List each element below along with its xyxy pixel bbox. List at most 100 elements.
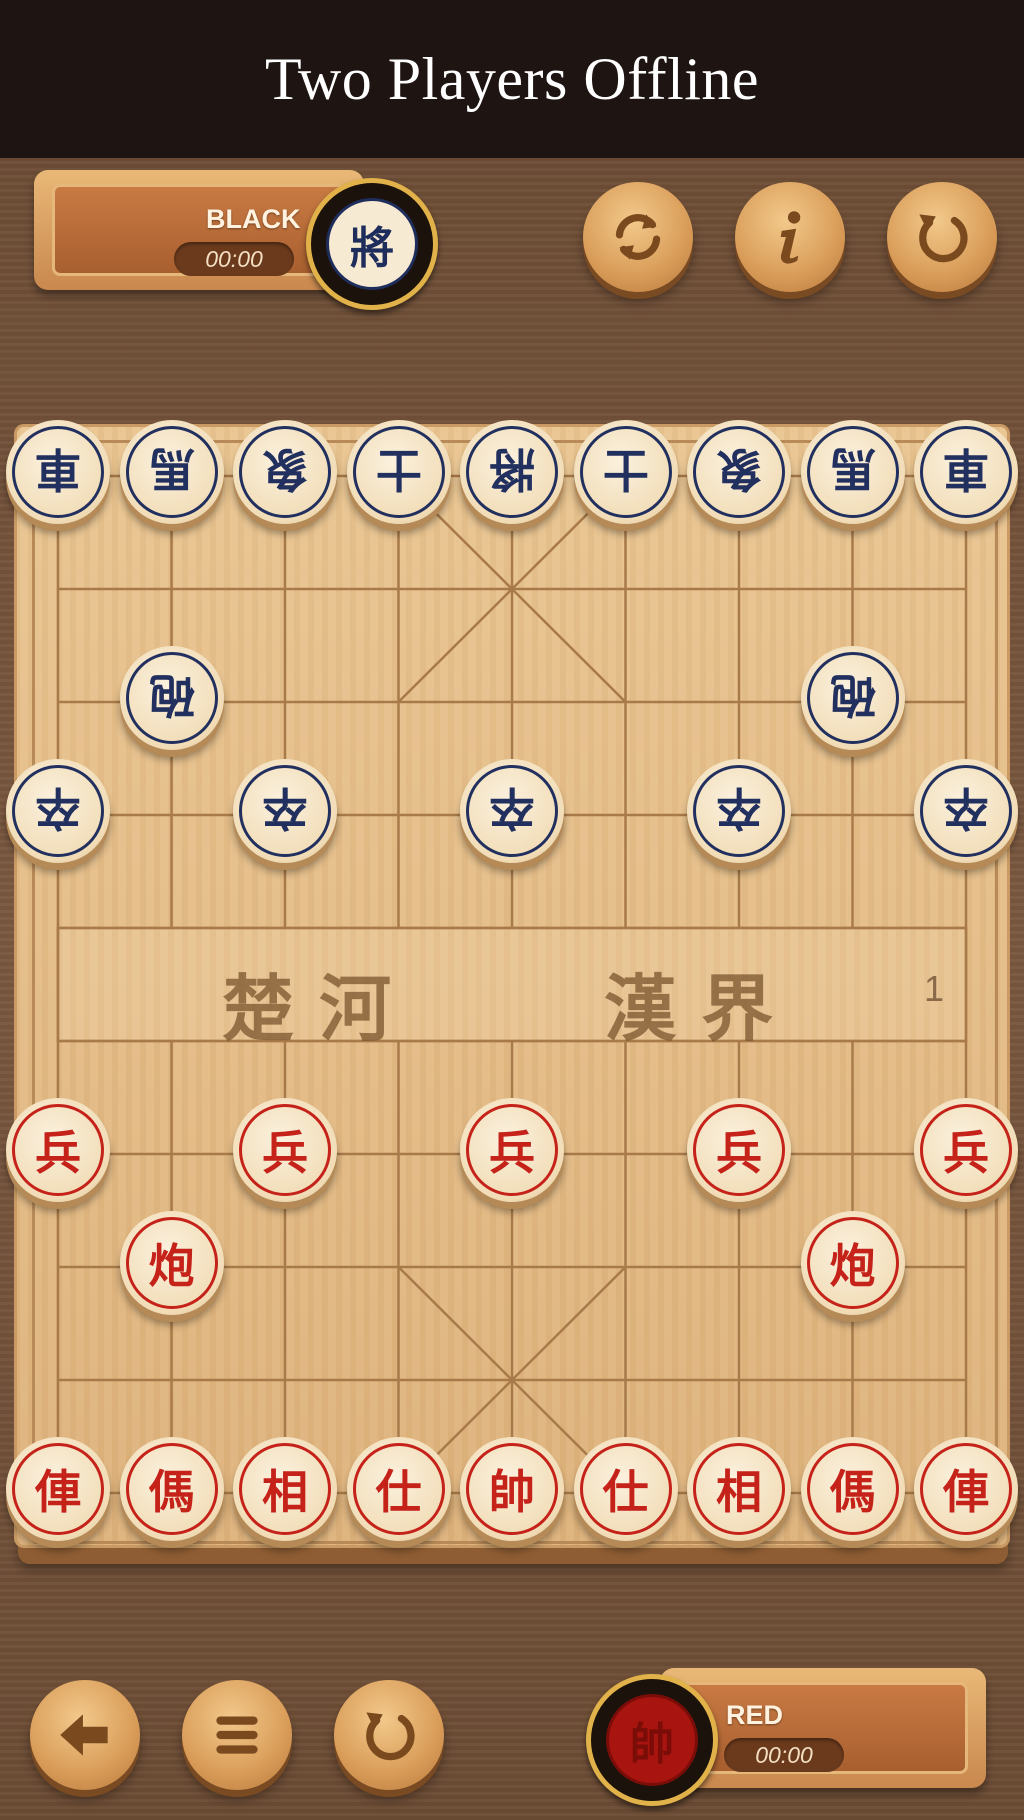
red-piece[interactable]: 仕: [573, 1437, 678, 1541]
red-piece[interactable]: 仕: [346, 1437, 451, 1541]
menu-icon: [216, 1716, 258, 1754]
back-button[interactable]: [30, 1680, 140, 1790]
red-piece-ring: 兵: [920, 1104, 1012, 1196]
back-arrow-icon: [60, 1714, 108, 1756]
black-piece[interactable]: 卒: [914, 759, 1018, 863]
black-piece[interactable]: 卒: [687, 759, 791, 863]
black-piece-ring: 卒: [466, 765, 558, 857]
black-piece-glyph: 砲: [148, 668, 195, 722]
black-piece-ring: 卒: [12, 765, 104, 857]
red-piece-ring: 相: [239, 1443, 331, 1535]
river-label-chu-he: 楚 河: [222, 966, 392, 1051]
black-piece-glyph: 卒: [35, 781, 81, 835]
black-piece-ring: 象: [239, 426, 331, 518]
undo-button[interactable]: [334, 1680, 444, 1790]
black-piece-glyph: 象: [716, 442, 762, 496]
red-piece[interactable]: 炮: [800, 1211, 905, 1315]
red-piece-glyph: 兵: [716, 1126, 762, 1180]
red-piece[interactable]: 炮: [119, 1211, 224, 1315]
black-piece-ring: 將: [466, 426, 558, 518]
black-piece-glyph: 卒: [489, 781, 535, 835]
red-piece[interactable]: 俥: [6, 1437, 110, 1541]
red-piece-glyph: 仕: [375, 1465, 422, 1519]
black-piece[interactable]: 卒: [6, 759, 110, 863]
black-piece[interactable]: 馬: [800, 420, 905, 524]
black-piece-ring: 卒: [693, 765, 785, 857]
black-piece[interactable]: 象: [687, 420, 791, 524]
red-piece-glyph: 俥: [943, 1465, 989, 1519]
black-piece-glyph: 車: [35, 442, 81, 496]
river-label-han-jie: 漢 界: [604, 966, 774, 1051]
black-piece[interactable]: 卒: [233, 759, 337, 863]
red-piece-ring: 兵: [12, 1104, 104, 1196]
red-piece-glyph: 仕: [602, 1465, 649, 1519]
red-piece-glyph: 兵: [489, 1126, 535, 1180]
red-piece-glyph: 兵: [943, 1126, 989, 1180]
red-player-timer: 00:00: [724, 1738, 844, 1772]
red-piece[interactable]: 兵: [914, 1098, 1018, 1202]
black-piece-glyph: 士: [602, 442, 649, 496]
black-piece-glyph: 馬: [829, 442, 876, 496]
black-piece-ring: 卒: [239, 765, 331, 857]
red-piece-ring: 炮: [806, 1217, 899, 1309]
red-piece-ring: 傌: [125, 1443, 218, 1535]
red-piece[interactable]: 兵: [233, 1098, 337, 1202]
black-piece-glyph: 砲: [829, 668, 876, 722]
red-piece[interactable]: 相: [687, 1437, 791, 1541]
red-avatar-glyph: 帥: [606, 1694, 698, 1786]
red-piece[interactable]: 兵: [687, 1098, 791, 1202]
black-piece-ring: 馬: [125, 426, 218, 518]
red-piece-glyph: 兵: [262, 1126, 308, 1180]
red-piece[interactable]: 傌: [119, 1437, 224, 1541]
red-piece-ring: 仕: [352, 1443, 445, 1535]
black-piece-glyph: 將: [489, 442, 535, 496]
black-piece[interactable]: 將: [460, 420, 564, 524]
black-piece[interactable]: 砲: [800, 646, 905, 750]
red-piece-glyph: 相: [716, 1465, 762, 1519]
menu-button[interactable]: [182, 1680, 292, 1790]
black-piece[interactable]: 馬: [119, 420, 224, 524]
red-player-avatar: 帥: [586, 1674, 718, 1806]
red-piece-glyph: 傌: [829, 1465, 876, 1519]
black-piece-glyph: 馬: [148, 442, 195, 496]
red-piece[interactable]: 傌: [800, 1437, 905, 1541]
red-piece-ring: 兵: [693, 1104, 785, 1196]
red-piece[interactable]: 俥: [914, 1437, 1018, 1541]
red-piece-glyph: 相: [262, 1465, 308, 1519]
red-piece-ring: 仕: [579, 1443, 672, 1535]
black-piece-ring: 象: [693, 426, 785, 518]
black-piece[interactable]: 士: [573, 420, 678, 524]
black-piece-ring: 馬: [806, 426, 899, 518]
black-piece[interactable]: 卒: [460, 759, 564, 863]
red-piece-ring: 炮: [125, 1217, 218, 1309]
red-piece-ring: 帥: [466, 1443, 558, 1535]
red-piece-glyph: 傌: [148, 1465, 195, 1519]
red-piece[interactable]: 兵: [460, 1098, 564, 1202]
red-piece-glyph: 俥: [35, 1465, 81, 1519]
red-player-label: RED: [726, 1700, 784, 1730]
black-piece[interactable]: 象: [233, 420, 337, 524]
red-piece[interactable]: 兵: [6, 1098, 110, 1202]
red-piece-ring: 兵: [239, 1104, 331, 1196]
black-piece-ring: 士: [352, 426, 445, 518]
black-piece-glyph: 卒: [943, 781, 989, 835]
red-piece-ring: 俥: [12, 1443, 104, 1535]
black-piece-ring: 砲: [125, 652, 218, 744]
red-piece[interactable]: 帥: [460, 1437, 564, 1541]
black-piece[interactable]: 車: [6, 420, 110, 524]
black-piece-glyph: 象: [262, 442, 308, 496]
red-piece-glyph: 帥: [489, 1465, 535, 1519]
red-piece-glyph: 兵: [35, 1126, 81, 1180]
move-counter: 1: [924, 968, 945, 1009]
black-piece[interactable]: 車: [914, 420, 1018, 524]
black-piece-ring: 卒: [920, 765, 1012, 857]
red-piece-ring: 俥: [920, 1443, 1012, 1535]
black-piece-glyph: 士: [375, 442, 422, 496]
red-piece[interactable]: 相: [233, 1437, 337, 1541]
black-piece[interactable]: 砲: [119, 646, 224, 750]
black-piece-glyph: 車: [943, 442, 989, 496]
black-piece[interactable]: 士: [346, 420, 451, 524]
board-grid: [56, 474, 968, 1495]
black-piece-ring: 車: [920, 426, 1012, 518]
red-piece-glyph: 炮: [148, 1239, 195, 1293]
